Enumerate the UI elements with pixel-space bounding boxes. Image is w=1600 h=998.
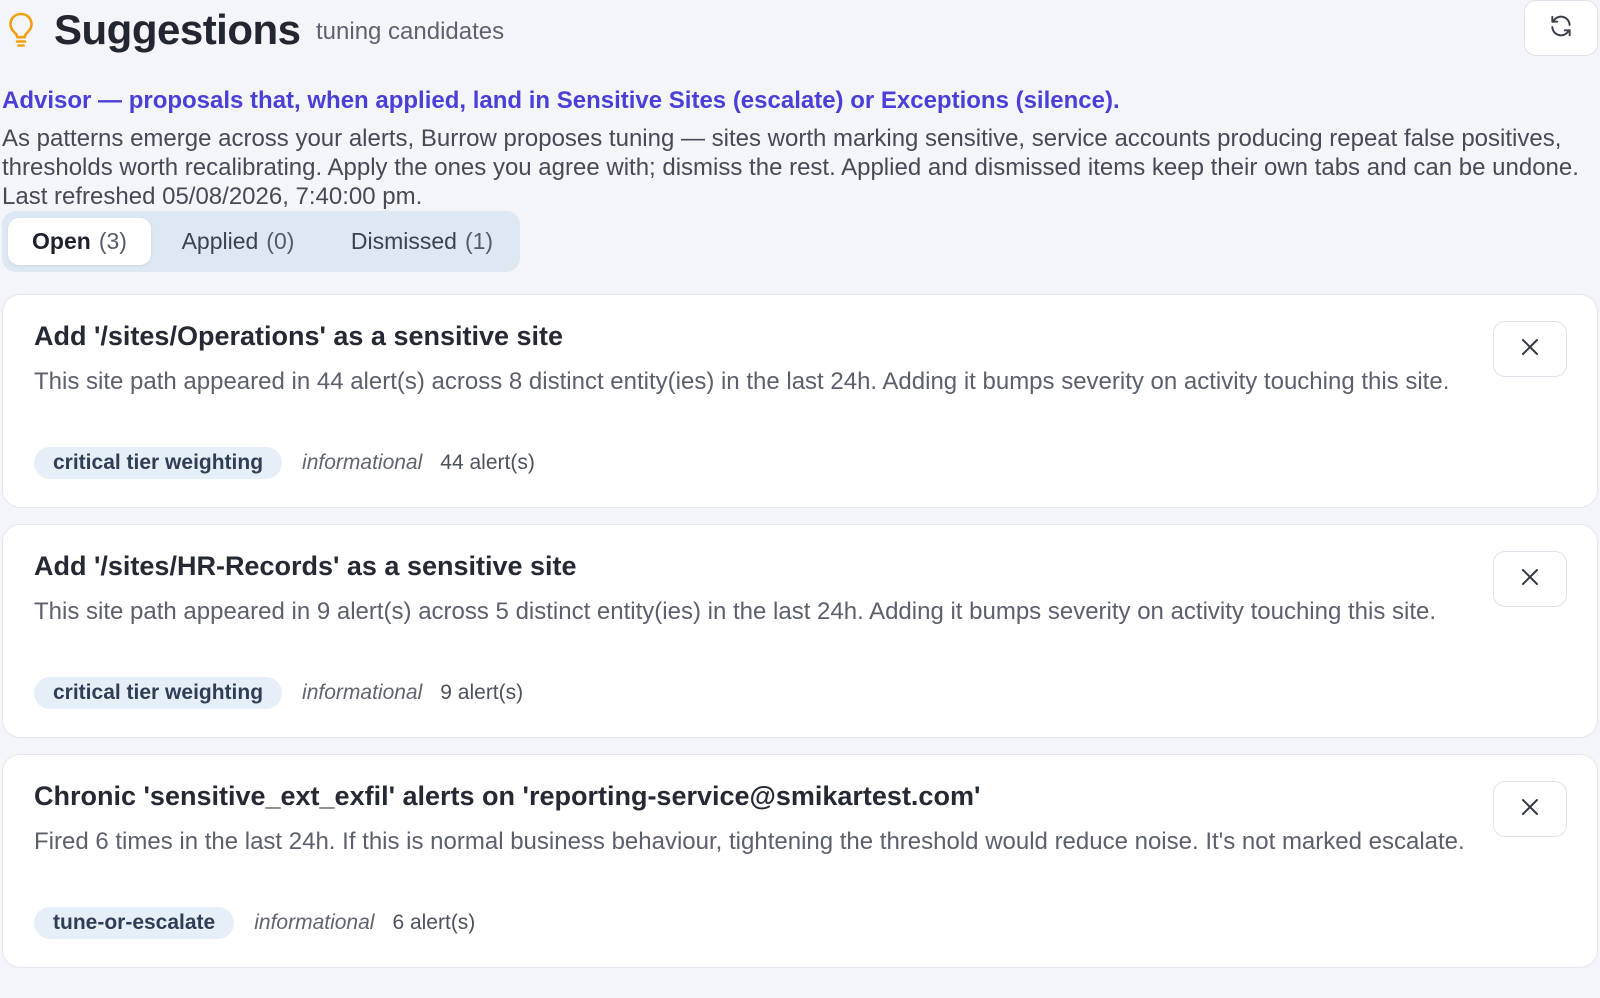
page-title: Suggestions xyxy=(54,6,301,53)
tab-count: (3) xyxy=(98,228,127,254)
tab-count: (0) xyxy=(266,228,295,254)
dismiss-button[interactable] xyxy=(1493,551,1567,607)
refresh-button[interactable] xyxy=(1524,0,1598,56)
suggestions-page: Suggestions tuning candidates Advisor — … xyxy=(0,0,1600,998)
alert-count: 6 alert(s) xyxy=(392,911,476,934)
category-tag: critical tier weighting xyxy=(34,447,283,479)
alert-count: 44 alert(s) xyxy=(440,451,535,474)
dismiss-button[interactable] xyxy=(1493,321,1567,377)
close-icon xyxy=(1520,337,1540,362)
severity-label: informational xyxy=(302,451,423,474)
lightbulb-icon xyxy=(8,12,34,48)
close-icon xyxy=(1520,567,1540,592)
close-icon xyxy=(1520,797,1540,822)
suggestion-card: Add '/sites/Operations' as a sensitive s… xyxy=(2,294,1598,508)
tab-dismissed[interactable]: Dismissed (1) xyxy=(325,218,519,265)
alert-count: 9 alert(s) xyxy=(440,681,524,704)
advisor-heading: Advisor — proposals that, when applied, … xyxy=(2,87,1120,114)
suggestion-meta: critical tier weighting informational 44… xyxy=(34,447,535,479)
suggestion-tabs: Open (3) Applied (0) Dismissed (1) xyxy=(2,211,520,272)
suggestion-title: Chronic 'sensitive_ext_exfil' alerts on … xyxy=(34,781,981,811)
suggestion-title: Add '/sites/Operations' as a sensitive s… xyxy=(34,321,564,351)
suggestion-description: This site path appeared in 9 alert(s) ac… xyxy=(34,598,1437,625)
suggestion-description: Fired 6 times in the last 24h. If this i… xyxy=(34,828,1465,855)
dismiss-button[interactable] xyxy=(1493,781,1567,837)
advisor-description: As patterns emerge across your alerts, B… xyxy=(2,125,1579,210)
suggestion-meta: critical tier weighting informational 9 … xyxy=(34,677,523,709)
suggestion-meta: tune-or-escalate informational 6 alert(s… xyxy=(34,907,475,939)
suggestion-card: Add '/sites/HR-Records' as a sensitive s… xyxy=(2,524,1598,738)
category-tag: tune-or-escalate xyxy=(34,907,235,939)
suggestion-description: This site path appeared in 44 alert(s) a… xyxy=(34,368,1450,395)
severity-label: informational xyxy=(302,681,423,704)
page-header: Suggestions tuning candidates xyxy=(0,0,1600,62)
category-tag: critical tier weighting xyxy=(34,677,283,709)
tab-applied[interactable]: Applied (0) xyxy=(151,218,325,265)
tab-label: Applied xyxy=(181,228,259,254)
tab-label: Open xyxy=(32,228,91,254)
page-subtitle: tuning candidates xyxy=(316,18,505,45)
tab-open[interactable]: Open (3) xyxy=(8,218,151,265)
tab-count: (1) xyxy=(464,228,494,254)
refresh-icon xyxy=(1548,13,1574,44)
tab-label: Dismissed xyxy=(350,228,457,254)
severity-label: informational xyxy=(254,911,375,934)
suggestion-card: Chronic 'sensitive_ext_exfil' alerts on … xyxy=(2,754,1598,968)
suggestion-title: Add '/sites/HR-Records' as a sensitive s… xyxy=(34,551,577,581)
